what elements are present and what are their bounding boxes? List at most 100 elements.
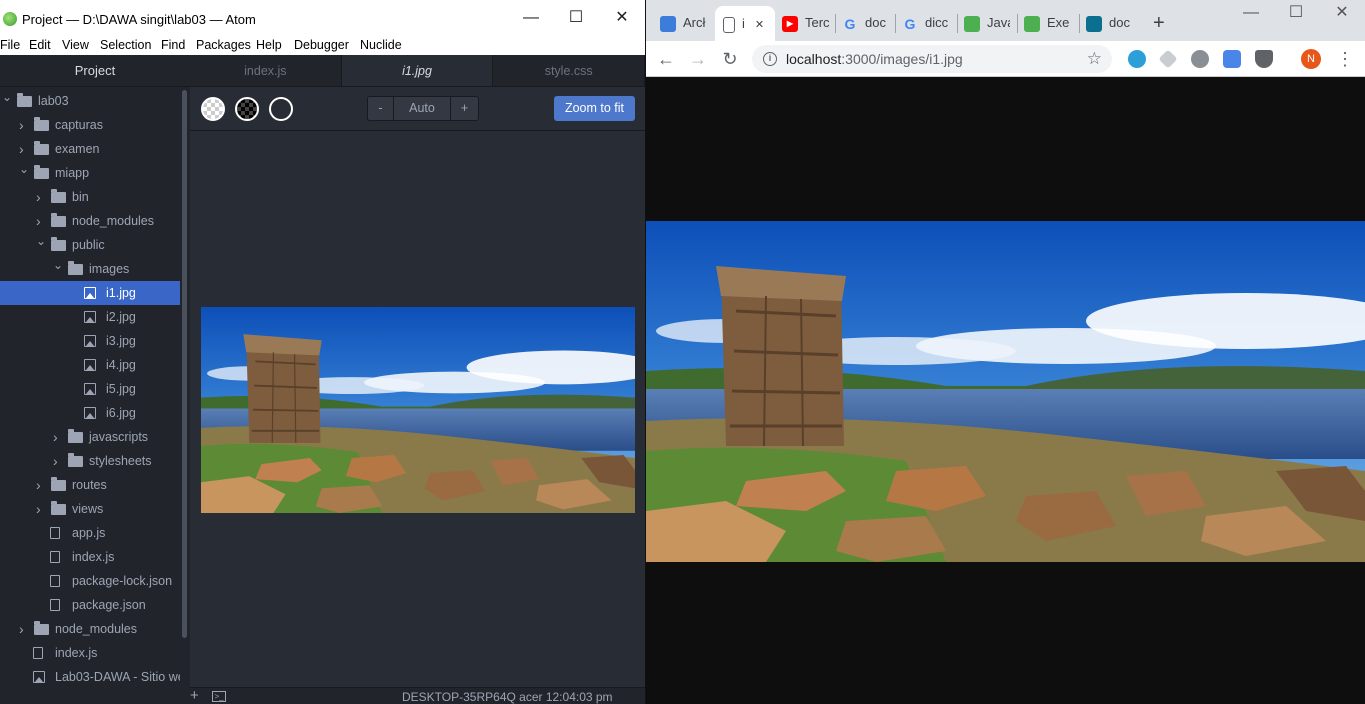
tree-item[interactable]: › bin	[0, 185, 180, 209]
tree-item[interactable]: i6.jpg	[0, 401, 180, 425]
back-arrow-icon[interactable]: ←	[654, 47, 678, 71]
tree-item-label: index.js	[72, 550, 115, 564]
address-bar[interactable]: i localhost:3000/images/i1.jpg ☆	[752, 45, 1112, 73]
chevron-down-icon[interactable]: ⌄	[2, 89, 12, 109]
menu-nuclide[interactable]: Nuclide	[360, 37, 408, 53]
menu-help[interactable]: Help	[256, 37, 288, 53]
terminal-icon[interactable]: >_	[212, 691, 226, 702]
tree-item[interactable]: ⌄ public	[0, 233, 180, 257]
tree-item-label: bin	[72, 190, 89, 204]
tree-item[interactable]: › stylesheets	[0, 449, 180, 473]
tree-item[interactable]: › routes	[0, 473, 180, 497]
browser-tab[interactable]: ▶ Terc	[782, 8, 830, 38]
editor-tab[interactable]: i1.jpg	[341, 55, 494, 86]
editor-tab[interactable]: index.js	[190, 55, 342, 86]
tree-item[interactable]: ⌄ images	[0, 257, 180, 281]
transparent-bg-button[interactable]	[201, 97, 225, 121]
tree-item[interactable]: app.js	[0, 521, 180, 545]
browser-window: Arcłi✕▶TercGdocGdiccJavaExedoc + — ☐ ✕ ←…	[646, 0, 1365, 704]
chevron-right-icon[interactable]: ›	[36, 473, 46, 497]
tree-item[interactable]: ⌄ miapp	[0, 161, 180, 185]
google-translate-icon[interactable]	[1223, 50, 1241, 68]
browser-tab[interactable]: Gdicc	[902, 8, 950, 38]
forward-arrow-icon[interactable]: →	[686, 47, 710, 71]
tree-item[interactable]: package-lock.json	[0, 569, 180, 593]
extension-cube-icon[interactable]	[1158, 49, 1178, 69]
tree-item[interactable]: › capturas	[0, 113, 180, 137]
browser-tab[interactable]: Exe	[1024, 8, 1070, 38]
browser-tab[interactable]: Arcł	[660, 8, 706, 38]
browser-tab[interactable]: doc	[1086, 8, 1136, 38]
add-project-icon[interactable]: +	[190, 688, 199, 704]
info-icon[interactable]: i	[763, 52, 777, 66]
tree-item[interactable]: › javascripts	[0, 425, 180, 449]
reload-icon[interactable]: ↻	[718, 47, 742, 71]
menu-debugger[interactable]: Debugger	[294, 37, 355, 53]
native-bg-button[interactable]	[269, 97, 293, 121]
tab-close-icon[interactable]: ✕	[755, 19, 764, 31]
dark-bg-button[interactable]	[235, 97, 259, 121]
atom-logo-icon	[3, 12, 17, 26]
menu-file[interactable]: File	[0, 37, 26, 53]
chevron-down-icon[interactable]: ⌄	[36, 233, 46, 253]
zoom-level-button[interactable]: Auto	[394, 97, 451, 120]
minimize-button[interactable]: —	[521, 8, 541, 28]
pocket-icon[interactable]	[1255, 50, 1273, 68]
tree-item[interactable]: i3.jpg	[0, 329, 180, 353]
chevron-down-icon[interactable]: ⌄	[53, 257, 63, 277]
browser-minimize-button[interactable]: —	[1241, 3, 1261, 23]
tree-item[interactable]: Lab03-DAWA - Sitio web	[0, 665, 180, 689]
new-tab-button[interactable]: +	[1153, 8, 1165, 38]
browser-close-button[interactable]: ✕	[1332, 3, 1352, 23]
menu-packages[interactable]: Packages	[196, 37, 257, 53]
browser-tab[interactable]: Java	[964, 8, 1010, 38]
menu-kebab-icon[interactable]: ⋮	[1336, 49, 1354, 69]
file-icon	[50, 599, 60, 611]
chevron-right-icon[interactable]: ›	[36, 497, 46, 521]
chevron-right-icon[interactable]: ›	[19, 137, 29, 161]
chevron-right-icon[interactable]: ›	[19, 617, 29, 641]
maximize-button[interactable]: ☐	[566, 8, 586, 28]
tree-item[interactable]: index.js	[0, 641, 180, 665]
browser-tab[interactable]: Gdoc	[842, 8, 890, 38]
extension-swirl-icon[interactable]	[1128, 50, 1146, 68]
zoom-out-button[interactable]: -	[368, 97, 394, 120]
browser-maximize-button[interactable]: ☐	[1286, 3, 1306, 23]
profile-avatar[interactable]: N	[1301, 49, 1321, 69]
menu-selection[interactable]: Selection	[100, 37, 157, 53]
tree-item[interactable]: i5.jpg	[0, 377, 180, 401]
zoom-to-fit-button[interactable]: Zoom to fit	[554, 96, 635, 121]
tree-item[interactable]: › examen	[0, 137, 180, 161]
browser-tab-label: i	[742, 16, 745, 31]
extension-gear-icon[interactable]	[1191, 50, 1209, 68]
chevron-right-icon[interactable]: ›	[36, 185, 46, 209]
zoom-in-button[interactable]: +	[451, 97, 478, 120]
browser-tab[interactable]: i ✕	[715, 6, 775, 41]
tree-item[interactable]: i1.jpg	[0, 281, 180, 305]
tree-scrollbar[interactable]	[182, 90, 187, 638]
tree-item[interactable]: i4.jpg	[0, 353, 180, 377]
close-button[interactable]: ✕	[612, 8, 632, 28]
chevron-right-icon[interactable]: ›	[53, 449, 63, 473]
chevron-down-icon[interactable]: ⌄	[19, 161, 29, 181]
tree-item[interactable]: index.js	[0, 545, 180, 569]
url-text[interactable]: localhost:3000/images/i1.jpg	[786, 45, 963, 73]
chevron-right-icon[interactable]: ›	[53, 425, 63, 449]
tree-item[interactable]: › node_modules	[0, 209, 180, 233]
menu-edit[interactable]: Edit	[29, 37, 57, 53]
bookmark-star-icon[interactable]: ☆	[1087, 48, 1102, 70]
menu-find[interactable]: Find	[161, 37, 191, 53]
tree-item[interactable]: i2.jpg	[0, 305, 180, 329]
tree-item[interactable]: › node_modules	[0, 617, 180, 641]
editor-tab[interactable]: style.css	[493, 55, 645, 86]
tree-item[interactable]: ⌄ lab03	[0, 89, 180, 113]
chevron-right-icon[interactable]: ›	[36, 209, 46, 233]
tree-item[interactable]: › views	[0, 497, 180, 521]
tree-item-label: miapp	[55, 166, 90, 180]
folder-icon	[51, 477, 66, 491]
menu-view[interactable]: View	[62, 37, 95, 53]
tree-item[interactable]: package.json	[0, 593, 180, 617]
chevron-right-icon[interactable]: ›	[19, 113, 29, 137]
file-icon	[50, 551, 60, 563]
tree-item-label: examen	[55, 142, 100, 156]
